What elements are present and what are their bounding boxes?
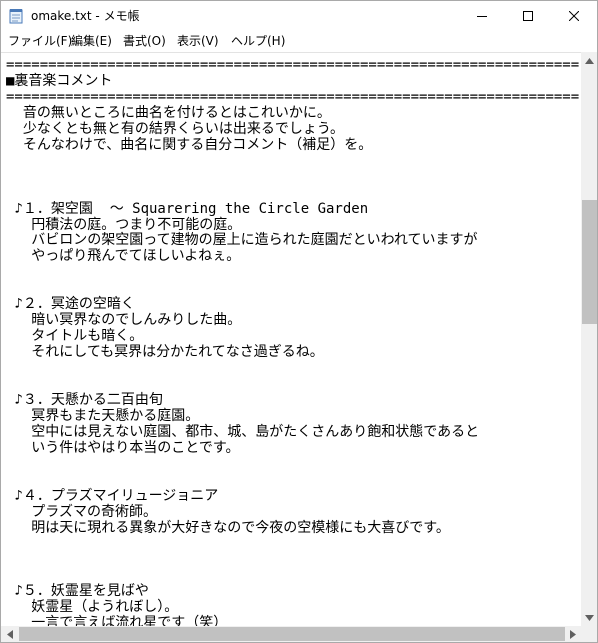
text-editor[interactable]: ========================================…	[1, 52, 581, 627]
chevron-up-icon	[585, 57, 594, 64]
notepad-icon	[9, 8, 23, 24]
text-line: 冥界もまた天懸かる庭園。	[6, 407, 200, 424]
vertical-scrollbar[interactable]	[581, 52, 597, 626]
minimize-icon	[477, 16, 487, 17]
window-title: omake.txt - メモ帳	[31, 9, 140, 23]
text-line: 円積法の庭。つまり不可能の庭。	[6, 216, 242, 233]
text-line: タイトルも暗く。	[6, 328, 144, 345]
maximize-icon	[523, 11, 533, 21]
text-line: 音の無いところに曲名を付けるとはこれいかに。	[6, 104, 331, 121]
text-line: 暗い冥界なのでしんみりした曲。	[6, 312, 242, 329]
chevron-left-icon	[6, 629, 13, 639]
text-line: いう件はやはり本当のことです。	[6, 439, 240, 456]
text-line: ========================================…	[6, 88, 580, 105]
horizontal-scroll-thumb[interactable]	[19, 627, 565, 641]
text-line: 明は天に現れる異象が大好きなので今夜の空模様にも大喜びです。	[6, 519, 450, 536]
text-line: ♪３．天懸かる二百由旬	[6, 391, 163, 408]
menu-file[interactable]: ファイル(F)	[8, 31, 72, 51]
scrollbar-corner	[581, 626, 597, 642]
scroll-left-button[interactable]	[1, 626, 18, 642]
text-line: 空中には見えない庭園、都市、城、島がたくさんあり飽和状態であると	[6, 423, 480, 440]
menu-format[interactable]: 書式(O)	[123, 31, 166, 51]
text-line: ♪２．冥途の空暗く	[6, 296, 135, 313]
notepad-window: omake.txt - メモ帳 ファイル(F) 編集(E) 書式(O) 表示(V…	[0, 0, 598, 643]
maximize-button[interactable]	[505, 1, 551, 31]
text-line: 少なくとも無と有の結界くらいは出来るでしょう。	[6, 120, 345, 137]
chevron-down-icon	[585, 614, 594, 621]
close-icon	[569, 11, 579, 21]
text-line: やっぱり飛んでてほしいよねぇ。	[6, 248, 241, 265]
text-line: ♪１．架空園 ～ Squarering the Circle Garden	[6, 200, 369, 217]
text-line: ♪５．妖霊星を見ばや	[6, 583, 149, 600]
scroll-up-button[interactable]	[581, 52, 597, 69]
menu-edit[interactable]: 編集(E)	[71, 31, 112, 51]
text-line: そんなわけで、曲名に関する自分コメント（補足）を。	[6, 136, 373, 153]
chevron-right-icon	[569, 629, 576, 639]
text-line: プラズマの奇術師。	[6, 503, 158, 520]
menu-help[interactable]: ヘルプ(H)	[231, 31, 285, 51]
text-line: ========================================…	[6, 57, 580, 73]
text-line: バビロンの架空園って建物の屋上に造られた庭園だといわれていますが	[6, 232, 478, 249]
text-line: それにしても冥界は分かたれてなさ過ぎるね。	[6, 344, 324, 361]
horizontal-scrollbar[interactable]	[1, 626, 581, 642]
menu-view[interactable]: 表示(V)	[177, 31, 219, 51]
menu-bar: ファイル(F) 編集(E) 書式(O) 表示(V) ヘルプ(H)	[1, 31, 597, 51]
vertical-scroll-thumb[interactable]	[582, 200, 597, 324]
minimize-button[interactable]	[459, 1, 505, 31]
title-bar[interactable]: omake.txt - メモ帳	[1, 1, 597, 31]
scroll-down-button[interactable]	[581, 609, 597, 626]
scroll-right-button[interactable]	[564, 626, 581, 642]
text-line: ■裏音楽コメント	[6, 72, 113, 89]
text-line: ♪４．プラズマイリュージョニア	[6, 487, 219, 504]
close-button[interactable]	[551, 1, 597, 31]
text-line: 妖霊星（ようれぼし）。	[6, 599, 179, 616]
